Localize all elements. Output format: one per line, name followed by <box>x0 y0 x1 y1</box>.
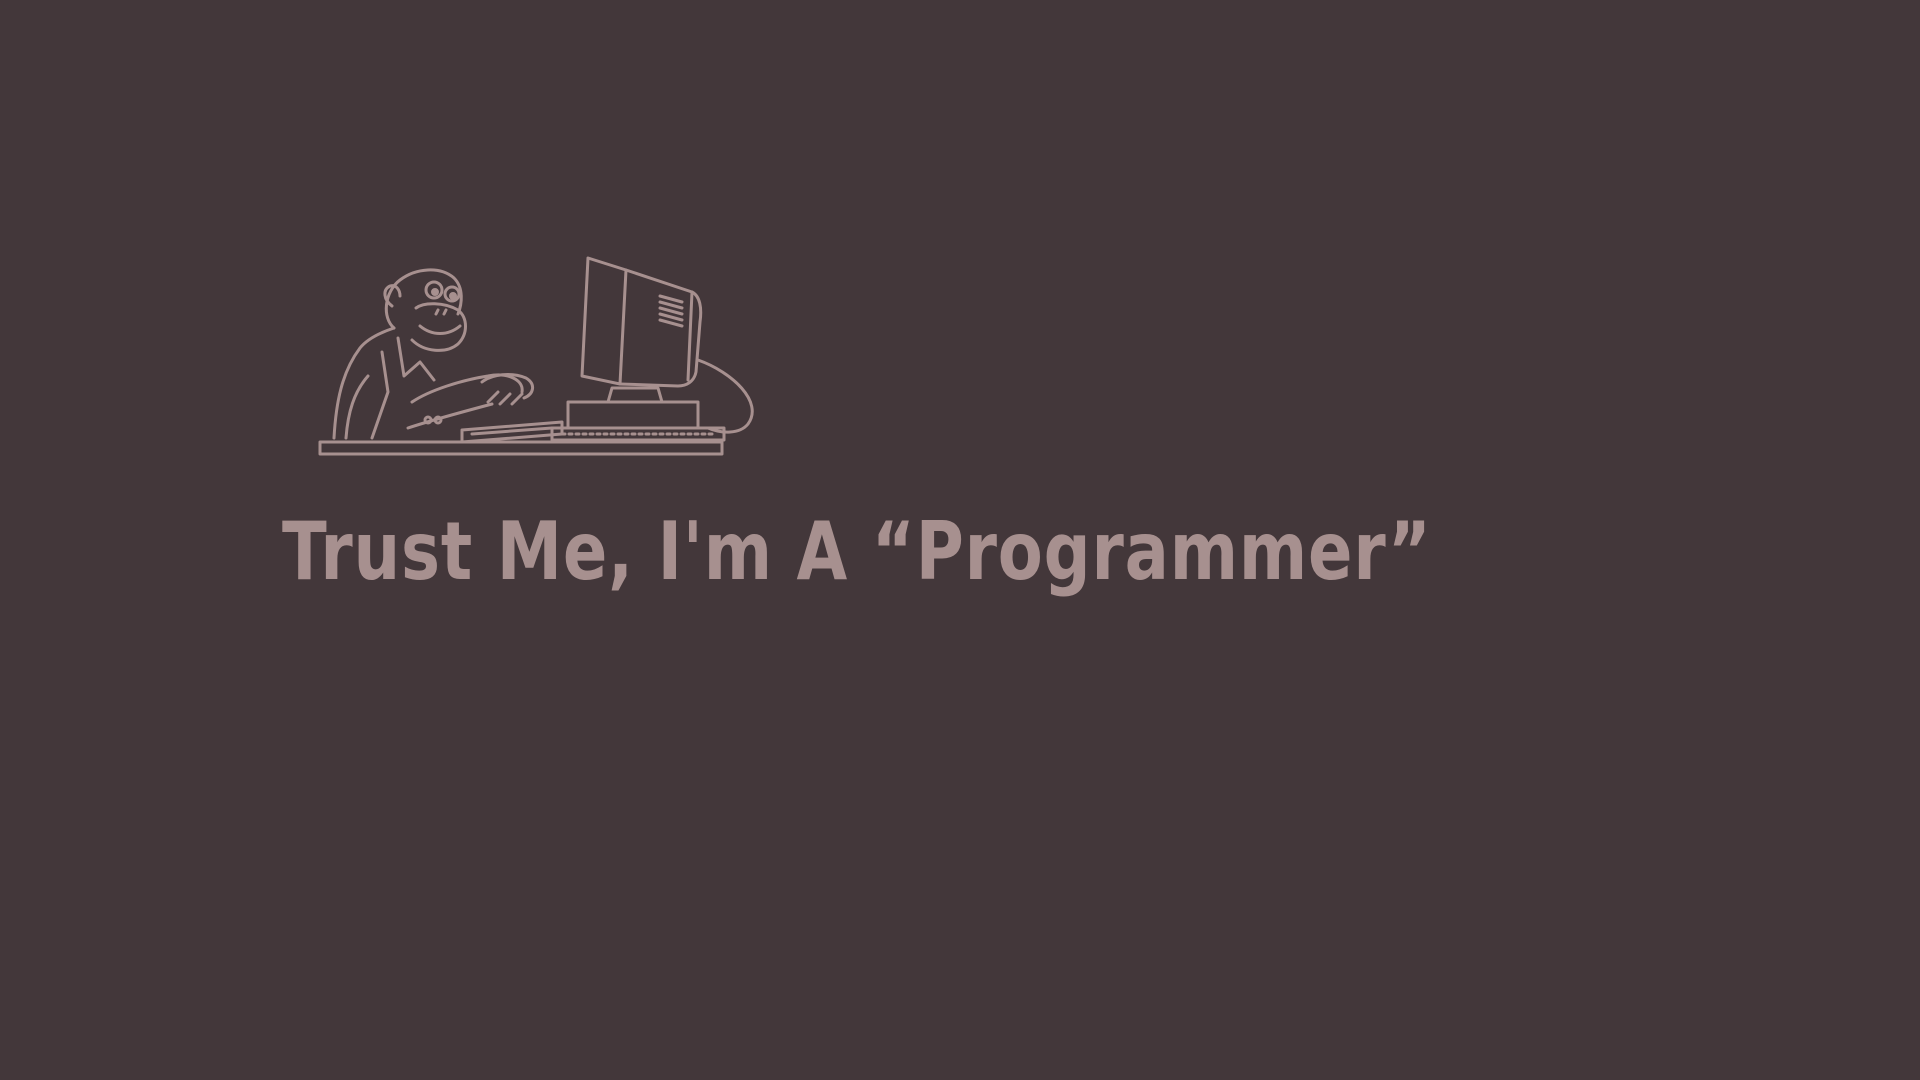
tagline-text: Trust Me, I'm A “Programmer” <box>282 505 1432 598</box>
wallpaper: { "background_color": "#43373a", "accent… <box>0 0 1920 1080</box>
monkey-at-computer-icon <box>312 252 764 460</box>
